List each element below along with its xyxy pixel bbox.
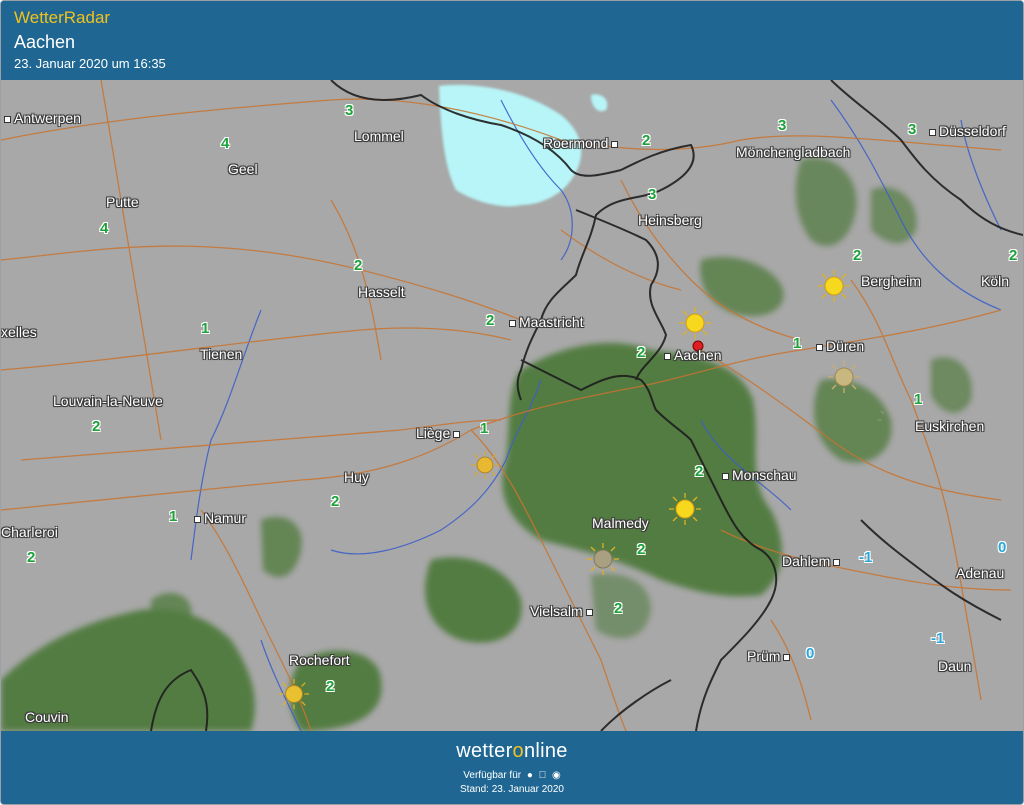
wind-value: 4 (100, 220, 109, 237)
wind-value: 2 (326, 678, 335, 695)
android-icon[interactable]: ● (527, 770, 533, 781)
city-label: xelles (1, 324, 37, 340)
city-label: Monschau (719, 467, 797, 483)
availability-label: Verfügbar für (463, 770, 522, 781)
wind-value: 2 (853, 247, 862, 264)
wind-value: 4 (221, 135, 230, 152)
city-label: Tienen (200, 346, 243, 362)
brand-logo[interactable]: wetteronline (1, 740, 1023, 763)
wind-value: 2 (637, 541, 646, 558)
wind-value: 1 (169, 508, 178, 525)
city-label: Adenau (956, 565, 1005, 581)
wind-value: 1 (201, 320, 210, 337)
wind-value: 2 (331, 493, 340, 510)
city-label: Couvin (25, 709, 69, 725)
radar-map[interactable]: Antwerpen Lommel Geel Putte Roermond Mön… (1, 80, 1023, 731)
status-text: Stand: 23. Januar 2020 (460, 784, 564, 795)
city-label: Huy (344, 469, 369, 485)
city-label: Düren (813, 338, 864, 354)
wind-value: 1 (480, 420, 489, 437)
city-label: Charleroi (1, 524, 58, 540)
city-label: Daun (938, 658, 972, 674)
wind-value: 2 (695, 463, 704, 480)
wind-value: -1 (931, 630, 945, 647)
city-label: Putte (106, 194, 139, 210)
rain-area (1, 157, 972, 731)
radar-timestamp: 23. Januar 2020 um 16:35 (14, 56, 166, 71)
city-label: Vielsalm (530, 603, 596, 619)
location-name: Aachen (14, 32, 76, 52)
wind-value: 2 (614, 600, 623, 617)
wind-value: -1 (859, 549, 873, 566)
wind-value: 1 (914, 391, 923, 408)
city-label: Köln (981, 273, 1010, 289)
app-frame: WetterRadar Aachen 23. Januar 2020 um 16… (0, 0, 1024, 805)
city-label: Mönchengladbach (736, 144, 851, 160)
wind-value: 2 (1009, 247, 1018, 264)
city-label: Dahlem (782, 553, 843, 569)
city-label: Liège (416, 425, 463, 441)
city-label: Rochefort (289, 652, 350, 668)
wind-value: 2 (27, 549, 36, 566)
header-bar: WetterRadar Aachen 23. Januar 2020 um 16… (1, 1, 1023, 79)
city-label: Geel (228, 161, 258, 177)
apple-icon[interactable]:  (539, 770, 547, 781)
city-label: Malmedy (592, 515, 649, 531)
city-label: Lommel (354, 128, 404, 144)
city-label: Louvain-la-Neuve (53, 393, 163, 409)
availability-line: Verfügbar für ●  ◉ (1, 770, 1023, 781)
wind-value: 2 (354, 257, 363, 274)
city-label: Namur (191, 510, 246, 526)
wind-value: 2 (642, 132, 651, 149)
city-label: Bergheim (861, 273, 921, 289)
city-label: Düsseldorf (926, 123, 1006, 139)
app-title: WetterRadar (14, 8, 111, 27)
wind-value: 2 (92, 418, 101, 435)
city-label: Heinsberg (638, 212, 702, 228)
wind-value: 2 (637, 344, 646, 361)
wind-value: 2 (486, 312, 495, 329)
wind-value: 3 (908, 121, 917, 138)
city-label: Roermond (543, 135, 621, 151)
wind-value: 3 (778, 117, 787, 134)
wind-value: 3 (345, 102, 354, 119)
wind-value: 0 (806, 645, 815, 662)
wind-value: 0 (998, 539, 1007, 556)
city-label: Euskirchen (915, 418, 985, 434)
footer-bar: wetteronline Verfügbar für ●  ◉ Stand: … (1, 732, 1023, 804)
wind-value: 1 (793, 335, 802, 352)
city-label: Aachen (661, 347, 721, 363)
city-label: Hasselt (358, 284, 405, 300)
city-label: Prüm (747, 648, 793, 664)
wind-value: 3 (648, 186, 657, 203)
city-label: Maastricht (506, 314, 584, 330)
city-label: Antwerpen (1, 110, 81, 126)
web-icon[interactable]: ◉ (552, 770, 561, 781)
